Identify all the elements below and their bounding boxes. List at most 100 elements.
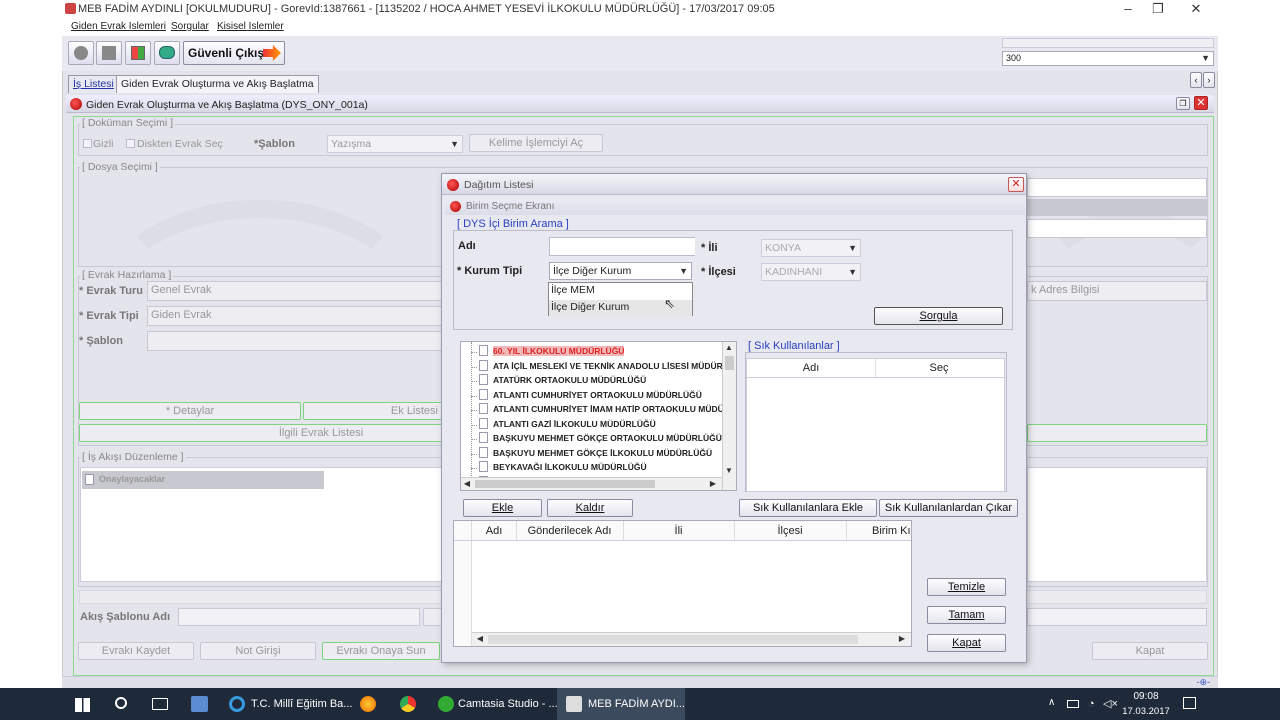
- scroll-thumb[interactable]: [488, 635, 858, 644]
- not-girisi-button[interactable]: Not Girişi: [200, 642, 316, 660]
- scroll-up-icon[interactable]: ▲: [723, 343, 735, 352]
- akis-right-field[interactable]: [1027, 608, 1207, 626]
- evraki-kaydet-button[interactable]: Evrakı Kaydet: [78, 642, 194, 660]
- scroll-right-icon[interactable]: ▶: [896, 634, 908, 643]
- scroll-thumb[interactable]: [725, 356, 734, 370]
- tab-next-button[interactable]: ›: [1203, 72, 1215, 88]
- battery-icon[interactable]: [1067, 700, 1079, 708]
- scroll-thumb[interactable]: [475, 480, 655, 488]
- windows-start-icon[interactable]: [75, 697, 90, 712]
- logout-button[interactable]: Güvenli Çıkış: [183, 41, 285, 65]
- tree-item[interactable]: ATA İÇİL MESLEKİ VE TEKNİK ANADOLU LİSES…: [479, 359, 736, 374]
- tree-horizontal-scrollbar[interactable]: ◀ ▶: [461, 477, 722, 490]
- chevron-up-icon[interactable]: ∧: [1048, 697, 1055, 708]
- ilgili-evrak-button[interactable]: İlgili Evrak Listesi: [79, 424, 443, 442]
- grid-tool-button[interactable]: [125, 41, 151, 65]
- internet-explorer-icon[interactable]: [229, 696, 245, 712]
- detaylar-button[interactable]: * Detaylar: [79, 402, 301, 420]
- app-pinned-icon[interactable]: [191, 696, 208, 712]
- table-horizontal-scrollbar[interactable]: ◀ ▶: [472, 632, 911, 646]
- menu-kisisel[interactable]: Kisisel Islemler: [217, 21, 284, 32]
- clock-time[interactable]: 09:08: [1125, 691, 1167, 702]
- dialog-close-button[interactable]: ✕: [1008, 177, 1024, 192]
- zoom-select[interactable]: 300 ▼: [1002, 51, 1214, 66]
- restore-button[interactable]: ❐: [1140, 0, 1176, 18]
- ek-listesi-button[interactable]: Ek Listesi: [303, 402, 443, 420]
- tree-item[interactable]: BEYKAVAĞI İLKOKULU MÜDÜRLÜĞÜ: [479, 461, 647, 475]
- menu-sorgular[interactable]: Sorgular: [171, 21, 209, 32]
- sik-kullanilanlardan-cikar-button[interactable]: Sık Kullanılanlardan Çıkar: [879, 499, 1018, 517]
- panel-restore-button[interactable]: ❐: [1176, 97, 1190, 110]
- camtasia-icon[interactable]: [438, 696, 454, 712]
- taskbar-ie-item[interactable]: T.C. Millî Eğitim Ba...: [251, 688, 352, 720]
- menu-giden-evrak[interactable]: Giden Evrak Islemleri: [71, 21, 166, 32]
- akis-sablonu-button[interactable]: [423, 608, 443, 626]
- tab-prev-button[interactable]: ‹: [1190, 72, 1202, 88]
- chat-tool-button[interactable]: [154, 41, 180, 65]
- notifications-icon[interactable]: [1183, 697, 1196, 709]
- sorgula-button[interactable]: Sorgula: [874, 307, 1003, 325]
- kapat-main-button[interactable]: Kapat: [1092, 642, 1208, 660]
- gizli-checkbox[interactable]: [83, 139, 92, 148]
- adres-green-button[interactable]: [1027, 424, 1207, 442]
- ekle-button[interactable]: Ekle: [463, 499, 542, 517]
- kapat-button[interactable]: Kapat: [927, 634, 1006, 652]
- tree-item[interactable]: BAŞKUYU MEHMET GÖKÇE İLKOKULU MÜDÜRLÜĞÜ: [479, 446, 712, 461]
- col-gonderilecek-adi[interactable]: Gönderilecek Adı: [516, 525, 623, 537]
- meb-app-icon[interactable]: [566, 696, 582, 712]
- evrak-tipi-field[interactable]: Giden Evrak: [147, 306, 443, 326]
- onaylayacaklar-row[interactable]: Onaylayacaklar: [82, 471, 324, 489]
- tree-item[interactable]: 60. YIL İLKOKULU MÜDÜRLÜĞÜ: [479, 345, 625, 359]
- square-tool-button[interactable]: [96, 41, 122, 65]
- disk-checkbox[interactable]: [126, 139, 135, 148]
- col-birim-kodu[interactable]: Birim Kı: [846, 525, 926, 537]
- sik-col-adi[interactable]: Adı: [747, 362, 875, 374]
- tree-item[interactable]: ATLANTI CUMHURİYET İMAM HATİP ORTAOKULU …: [479, 403, 736, 417]
- wifi-icon[interactable]: ◔: [1088, 698, 1095, 710]
- resize-handle-icon[interactable]: -⊕-: [1196, 677, 1210, 688]
- sablon-select[interactable]: Yazışma ▼: [327, 135, 463, 153]
- circle-tool-button[interactable]: [68, 41, 94, 65]
- search-icon[interactable]: [115, 697, 127, 709]
- onaya-sun-button[interactable]: Evrakı Onaya Sun: [322, 642, 440, 660]
- evrak-turu-field[interactable]: Genel Evrak: [147, 281, 443, 301]
- dosya-selected-row[interactable]: [1027, 199, 1207, 216]
- adi-input[interactable]: [549, 237, 695, 256]
- tree-item[interactable]: ATLANTI GAZİ İLKOKULU MÜDÜRLÜĞÜ: [479, 417, 656, 432]
- clock-date[interactable]: 17.03.2017: [1122, 706, 1170, 717]
- panel-close-button[interactable]: ✕: [1194, 96, 1208, 110]
- col-ilcesi[interactable]: İlçesi: [734, 525, 846, 537]
- tree-item[interactable]: ATATÜRK ORTAOKULU MÜDÜRLÜĞÜ: [479, 374, 646, 388]
- tree-item[interactable]: BAŞKUYU MEHMET GÖKÇE ORTAOKULU MÜDÜRLÜĞÜ: [479, 432, 722, 446]
- kurum-tipi-select[interactable]: İlçe Diğer Kurum ▼: [549, 262, 692, 280]
- dosya-field-1[interactable]: [1027, 178, 1207, 197]
- tree-item[interactable]: ATLANTI CUMHURİYET ORTAOKULU MÜDÜRLÜĞÜ: [479, 388, 702, 403]
- adres-bilgisi-field[interactable]: k Adres Bilgisi: [1027, 281, 1207, 301]
- scroll-left-icon[interactable]: ◀: [474, 634, 486, 643]
- temizle-button[interactable]: Temizle: [927, 578, 1006, 596]
- taskbar-meb-item[interactable]: MEB FADİM AYDI...: [588, 688, 685, 720]
- close-window-button[interactable]: ✕: [1178, 0, 1214, 18]
- taskbar-camtasia-item[interactable]: Camtasia Studio - ...: [458, 688, 558, 720]
- chrome-icon[interactable]: [400, 696, 416, 712]
- tab-is-listesi[interactable]: İş Listesi: [68, 75, 119, 93]
- col-adi[interactable]: Adı: [472, 525, 516, 537]
- tamam-button[interactable]: Tamam: [927, 606, 1006, 624]
- sik-kullanilanlara-ekle-button[interactable]: Sık Kullanılanlara Ekle: [739, 499, 877, 517]
- firefox-icon[interactable]: [360, 696, 376, 712]
- hazirlama-sablon-field[interactable]: [147, 331, 443, 351]
- tree-vertical-scrollbar[interactable]: ▲ ▼: [722, 342, 736, 490]
- scroll-right-icon[interactable]: ▶: [707, 479, 719, 488]
- kelime-islemci-button[interactable]: Kelime İşlemciyi Aç: [469, 134, 603, 152]
- scroll-left-icon[interactable]: ◀: [461, 479, 473, 488]
- col-ili[interactable]: İli: [623, 525, 734, 537]
- dosya-field-2[interactable]: [1027, 219, 1207, 238]
- volume-icon[interactable]: ◁×: [1103, 697, 1118, 710]
- akis-sablonu-field[interactable]: [178, 608, 420, 626]
- kaldir-button[interactable]: Kaldır: [547, 499, 633, 517]
- task-view-icon[interactable]: [152, 698, 168, 710]
- scroll-down-icon[interactable]: ▼: [723, 466, 735, 475]
- ilcesi-select[interactable]: KADINHANI ▼: [761, 263, 861, 281]
- tab-giden-evrak[interactable]: Giden Evrak Oluşturma ve Akış Başlatma: [116, 75, 319, 93]
- sik-col-sec[interactable]: Seç: [875, 362, 1003, 374]
